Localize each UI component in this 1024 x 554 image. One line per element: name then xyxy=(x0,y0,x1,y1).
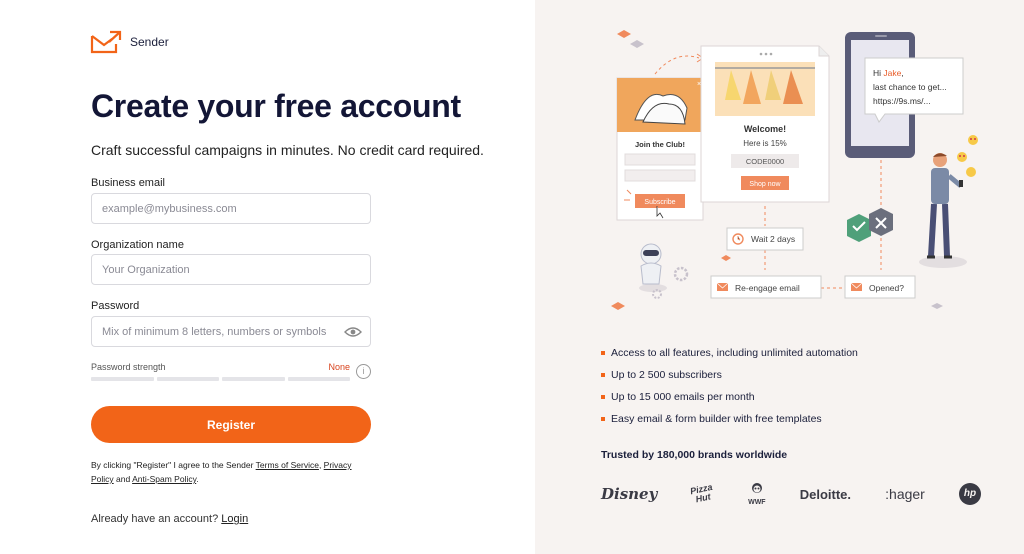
automation-illustration: × Join the Club! Subscribe Welcome! Here… xyxy=(611,30,978,310)
strength-segment xyxy=(287,377,350,381)
feature-item: Up to 2 500 subscribers xyxy=(601,368,858,390)
info-icon[interactable]: i xyxy=(356,364,371,379)
emoji-icons xyxy=(957,135,978,177)
wait-label: Wait 2 days xyxy=(751,234,795,244)
robot-icon xyxy=(639,243,689,299)
signup-panel: Sender Create your free account Craft su… xyxy=(0,0,535,554)
email-label: Business email xyxy=(91,177,165,189)
email-offer-text: Here is 15% xyxy=(743,139,787,148)
disney-logo: Disney xyxy=(601,485,658,503)
email-coupon-code: CODE0000 xyxy=(746,157,784,166)
strength-segment xyxy=(156,377,219,381)
popup-title: Join the Club! xyxy=(635,140,685,149)
opened-label: Opened? xyxy=(869,283,904,293)
register-button[interactable]: Register xyxy=(91,406,371,443)
terms-of-service-link[interactable]: Terms of Service xyxy=(256,460,319,470)
brand-logos: Disney Pizza Hut WWF Deloitte. :hager hp xyxy=(601,480,981,508)
email-field[interactable] xyxy=(92,194,370,223)
privacy-policy-link-2[interactable]: Policy xyxy=(91,474,114,484)
popup-card: × Join the Club! Subscribe xyxy=(616,77,704,221)
password-field[interactable] xyxy=(92,317,370,346)
anti-spam-policy-link[interactable]: Anti-Spam Policy xyxy=(132,474,196,484)
feature-item: Up to 15 000 emails per month xyxy=(601,390,858,412)
panda-icon xyxy=(751,482,762,493)
feature-list: Access to all features, including unlimi… xyxy=(601,346,858,434)
login-link[interactable]: Login xyxy=(221,513,248,525)
sms-greeting-suffix: , xyxy=(901,68,903,78)
password-strength-label: Password strength xyxy=(91,362,166,372)
wait-step: Wait 2 days xyxy=(726,227,804,251)
terms-suffix: . xyxy=(196,474,199,484)
page-title: Create your free account xyxy=(91,88,461,124)
svg-text:Hi Jake,: Hi Jake, xyxy=(873,68,904,78)
password-label: Password xyxy=(91,300,140,312)
hp-logo: hp xyxy=(958,483,981,505)
svg-text:×: × xyxy=(697,81,701,88)
sms-greeting: Hi xyxy=(873,68,883,78)
decision-icons xyxy=(847,208,893,242)
strength-segment xyxy=(91,377,154,381)
pizza-hut-logo-line-2: Hut xyxy=(695,491,712,505)
email-welcome-title: Welcome! xyxy=(744,124,786,134)
password-strength-meter xyxy=(91,377,350,381)
terms-prefix: By clicking "Register" I agree to the Se… xyxy=(91,460,256,470)
deloitte-logo: Deloitte. xyxy=(799,486,852,502)
trusted-heading: Trusted by 180,000 brands worldwide xyxy=(601,449,788,461)
feature-item: Access to all features, including unlimi… xyxy=(601,346,858,368)
wwf-text: WWF xyxy=(748,498,766,506)
hager-logo: :hager xyxy=(885,486,925,502)
organization-field-wrapper xyxy=(91,254,371,285)
reengage-label: Re-engage email xyxy=(735,283,800,293)
logo-text: Sender xyxy=(130,35,169,49)
strength-segment xyxy=(222,377,285,381)
organization-label: Organization name xyxy=(91,239,184,251)
page-subtitle: Craft successful campaigns in minutes. N… xyxy=(91,142,484,158)
email-shop-button: Shop now xyxy=(749,181,781,188)
organization-field[interactable] xyxy=(92,255,370,284)
marketing-panel: × Join the Club! Subscribe Welcome! Here… xyxy=(535,0,1024,554)
login-prompt-text: Already have an account? xyxy=(91,513,222,525)
privacy-policy-link[interactable]: Privacy xyxy=(324,460,352,470)
wwf-logo: WWF xyxy=(748,482,766,507)
terms-and: and xyxy=(113,474,133,484)
pizza-hut-logo: Pizza Hut xyxy=(690,482,716,505)
sms-bubble: Hi Jake, last chance to get... https://9… xyxy=(864,57,964,123)
password-strength-value: None xyxy=(328,362,350,372)
sms-link: https://9s.ms/... xyxy=(873,96,931,106)
sms-name: Jake xyxy=(883,68,901,78)
eye-icon[interactable] xyxy=(344,326,362,338)
person-figure xyxy=(919,153,967,268)
sms-line-2: last chance to get... xyxy=(873,82,947,92)
opened-step: Opened? xyxy=(844,275,916,299)
reengage-step: Re-engage email xyxy=(710,275,822,299)
terms-text: By clicking "Register" I agree to the Se… xyxy=(91,458,371,486)
email-card: Welcome! Here is 15% CODE0000 Shop now xyxy=(700,45,830,203)
sender-logo[interactable]: Sender xyxy=(90,30,169,54)
password-field-wrapper xyxy=(91,316,371,347)
popup-subscribe-button: Subscribe xyxy=(644,199,675,206)
feature-item: Easy email & form builder with free temp… xyxy=(601,412,858,434)
envelope-logo-icon xyxy=(90,30,122,54)
login-prompt: Already have an account? Login xyxy=(91,513,248,525)
email-field-wrapper xyxy=(91,193,371,224)
